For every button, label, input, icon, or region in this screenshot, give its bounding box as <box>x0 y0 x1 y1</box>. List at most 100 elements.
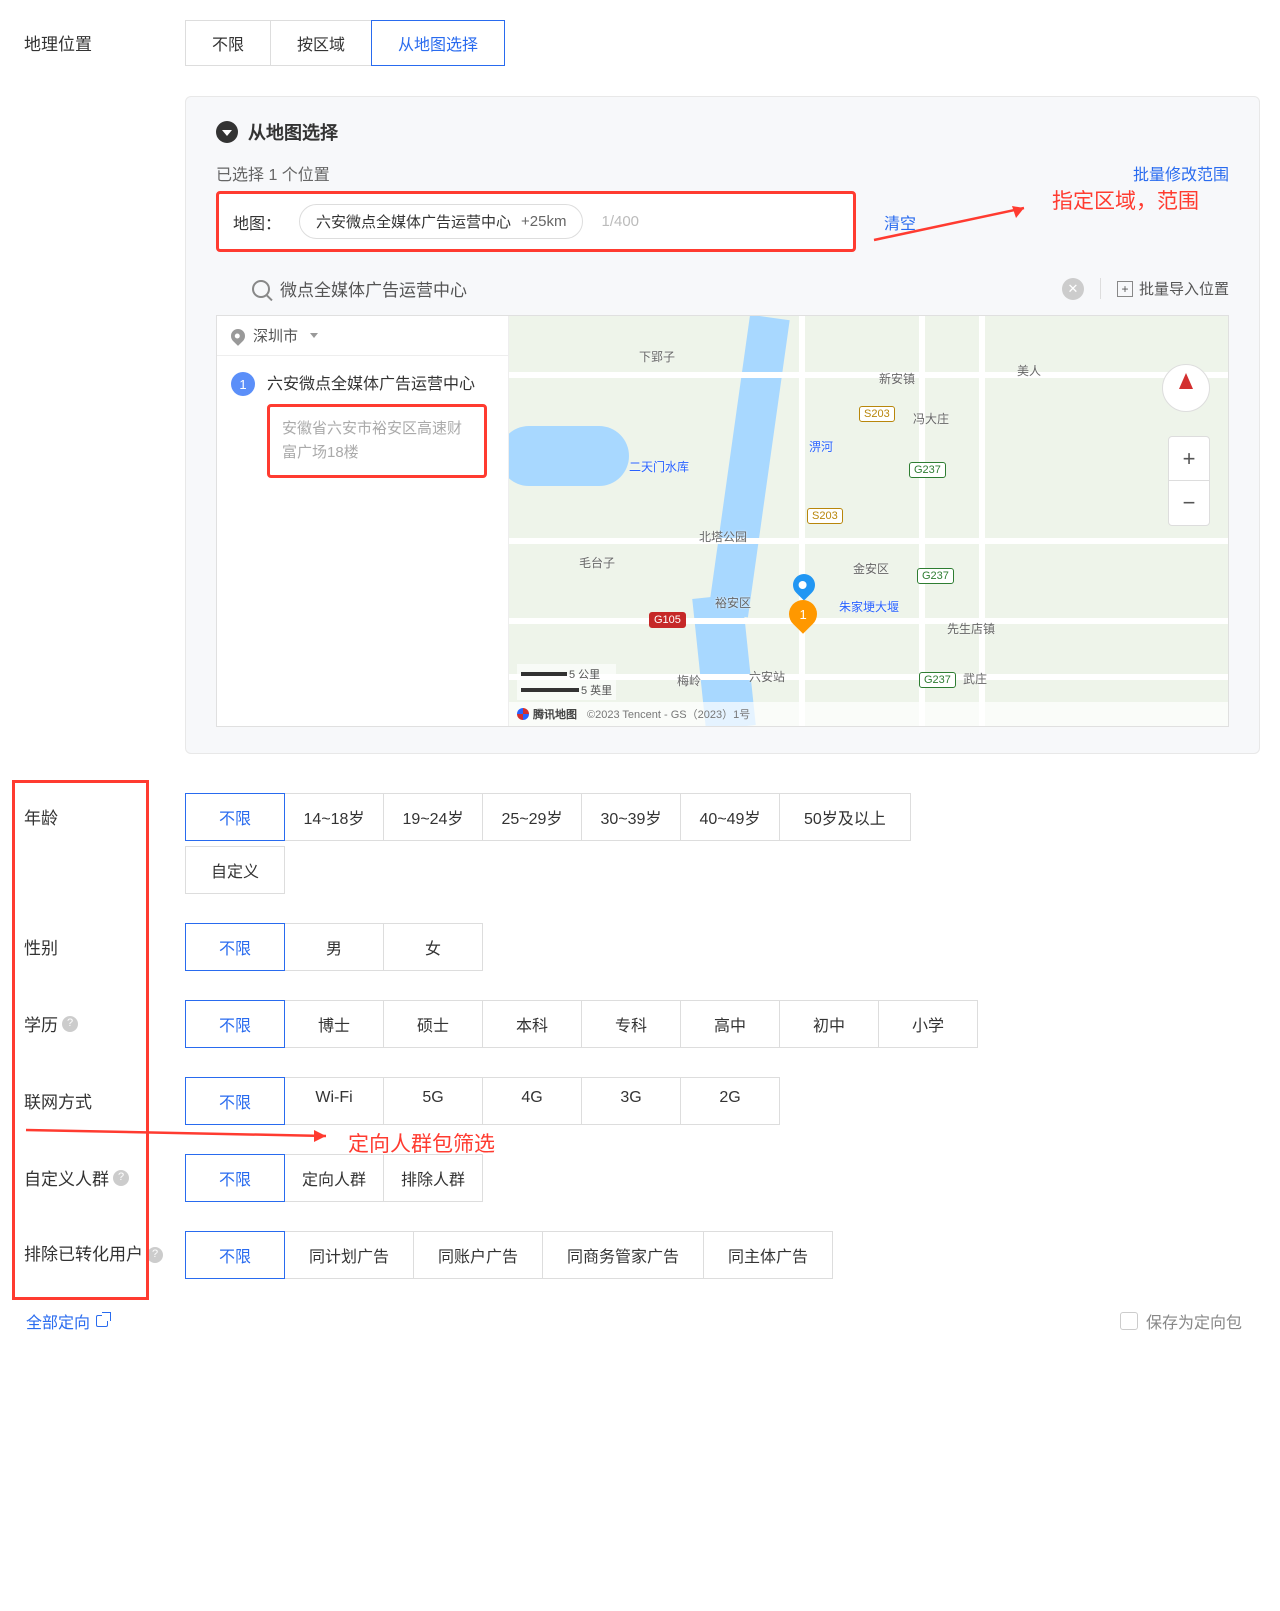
clear-link[interactable]: 清空 <box>884 210 916 234</box>
aud-opt-exclude[interactable]: 排除人群 <box>383 1154 483 1202</box>
location-tabs: 不限 按区域 从地图选择 <box>185 20 1260 66</box>
result-address-box: 安徽省六安市裕安区高速财富广场18楼 <box>267 404 487 478</box>
all-targeting-link[interactable]: 全部定向 <box>26 1309 108 1333</box>
net-opt-unlimited[interactable]: 不限 <box>185 1077 285 1125</box>
age-opt-25-29[interactable]: 25~29岁 <box>482 793 582 841</box>
map-footer: 腾讯地图 ©2023 Tencent - GS（2023）1号 <box>509 702 1228 726</box>
map-select-title: 从地图选择 <box>248 119 338 145</box>
edu-opt-unlimited[interactable]: 不限 <box>185 1000 285 1048</box>
edu-opt-college[interactable]: 专科 <box>581 1000 681 1048</box>
edu-opt-highschool[interactable]: 高中 <box>680 1000 780 1048</box>
custom-audience-label: 自定义人群? <box>20 1155 185 1190</box>
net-opt-wifi[interactable]: Wi-Fi <box>284 1077 384 1125</box>
network-label: 联网方式 <box>20 1078 185 1113</box>
net-opt-5g[interactable]: 5G <box>383 1077 483 1125</box>
pill-name: 六安微点全媒体广告运营中心 <box>316 211 511 232</box>
result-panel: 深圳市 1 六安微点全媒体广告运营中心 安徽省六安市裕安区高速财富广场18楼 <box>217 316 509 726</box>
help-icon[interactable]: ? <box>147 1247 163 1263</box>
place-label: 武庄 <box>963 670 987 687</box>
road-label: G237 <box>919 672 956 688</box>
exc-opt-account[interactable]: 同账户广告 <box>413 1231 543 1279</box>
place-label: 北塔公园 <box>699 528 747 545</box>
result-marker-1[interactable]: 1 <box>789 600 817 640</box>
age-opt-50plus[interactable]: 50岁及以上 <box>779 793 911 841</box>
zoom-in-button[interactable]: + <box>1169 437 1209 481</box>
map-select-panel: 从地图选择 已选择 1 个位置 批量修改范围 地图： 六安微点全媒体广告运营中心… <box>185 96 1260 754</box>
map-scale: 5 公里 5 英里 <box>517 664 616 700</box>
net-opt-3g[interactable]: 3G <box>581 1077 681 1125</box>
net-opt-4g[interactable]: 4G <box>482 1077 582 1125</box>
custom-audience-options: 不限 定向人群 排除人群 <box>185 1155 1260 1202</box>
place-label: 朱家埂大堰 <box>839 598 899 615</box>
age-opt-40-49[interactable]: 40~49岁 <box>680 793 780 841</box>
gender-label: 性别 <box>20 924 185 959</box>
batch-import-label: 批量导入位置 <box>1139 278 1229 299</box>
age-options: 不限 14~18岁 19~24岁 25~29岁 30~39岁 40~49岁 50… <box>185 794 1260 841</box>
annotation-arrow-2 <box>26 1124 338 1146</box>
edu-opt-middle[interactable]: 初中 <box>779 1000 879 1048</box>
place-label: 下郢子 <box>639 348 675 365</box>
save-package-checkbox[interactable]: 保存为定向包 <box>1120 1309 1242 1333</box>
help-icon[interactable]: ? <box>62 1016 78 1032</box>
edu-opt-primary[interactable]: 小学 <box>878 1000 978 1048</box>
exc-opt-bm[interactable]: 同商务管家广告 <box>542 1231 704 1279</box>
age-opt-19-24[interactable]: 19~24岁 <box>383 793 483 841</box>
exc-opt-plan[interactable]: 同计划广告 <box>284 1231 414 1279</box>
search-icon <box>252 280 270 298</box>
search-result-1[interactable]: 1 六安微点全媒体广告运营中心 安徽省六安市裕安区高速财富广场18楼 <box>217 356 508 492</box>
selected-marker <box>793 574 815 602</box>
gender-options: 不限 男 女 <box>185 924 1260 971</box>
tab-unlimited[interactable]: 不限 <box>185 20 271 66</box>
edu-opt-phd[interactable]: 博士 <box>284 1000 384 1048</box>
net-opt-2g[interactable]: 2G <box>680 1077 780 1125</box>
map-copyright: ©2023 Tencent - GS（2023）1号 <box>587 706 750 722</box>
gender-opt-male[interactable]: 男 <box>284 923 384 971</box>
place-label: 淠河 <box>809 438 833 455</box>
pill-radius: +25km <box>521 213 566 230</box>
clear-search-icon[interactable]: ✕ <box>1062 278 1084 300</box>
age-opt-30-39[interactable]: 30~39岁 <box>581 793 681 841</box>
place-label: 裕安区 <box>715 594 751 611</box>
aud-opt-include[interactable]: 定向人群 <box>284 1154 384 1202</box>
age-label: 年龄 <box>20 794 185 829</box>
search-input[interactable]: 微点全媒体广告运营中心 <box>280 276 467 301</box>
annotation-text-2: 定向人群包筛选 <box>348 1128 495 1158</box>
tab-by-region[interactable]: 按区域 <box>270 20 372 66</box>
edu-opt-bachelor[interactable]: 本科 <box>482 1000 582 1048</box>
place-label: 六安站 <box>749 668 785 685</box>
aud-opt-unlimited[interactable]: 不限 <box>185 1154 285 1202</box>
zoom-out-button[interactable]: − <box>1169 481 1209 525</box>
help-icon[interactable]: ? <box>113 1170 129 1186</box>
selected-location-pill[interactable]: 六安微点全媒体广告运营中心 +25km <box>299 204 583 239</box>
tab-from-map[interactable]: 从地图选择 <box>371 20 505 66</box>
edu-opt-master[interactable]: 硕士 <box>383 1000 483 1048</box>
age-opt-14-18[interactable]: 14~18岁 <box>284 793 384 841</box>
road-label: S203 <box>859 406 895 422</box>
age-opt-custom[interactable]: 自定义 <box>185 846 285 894</box>
search-box: 微点全媒体广告运营中心 <box>252 276 467 301</box>
education-options: 不限 博士 硕士 本科 专科 高中 初中 小学 <box>185 1001 1260 1048</box>
education-label: 学历? <box>20 1001 185 1036</box>
place-label: 金安区 <box>853 560 889 577</box>
pin-icon <box>228 326 248 346</box>
exc-opt-entity[interactable]: 同主体广告 <box>703 1231 833 1279</box>
chevron-down-icon <box>310 333 318 338</box>
place-label: 美人 <box>1017 362 1041 379</box>
collapse-icon[interactable] <box>216 121 238 143</box>
place-label: 冯大庄 <box>913 410 949 427</box>
compass-icon[interactable] <box>1162 364 1210 412</box>
city-name: 深圳市 <box>253 325 298 346</box>
place-label: 二天门水库 <box>629 458 689 475</box>
batch-modify-link[interactable]: 批量修改范围 <box>1133 161 1229 185</box>
age-opt-unlimited[interactable]: 不限 <box>185 793 285 841</box>
place-label: 毛台子 <box>579 554 615 571</box>
exc-opt-unlimited[interactable]: 不限 <box>185 1231 285 1279</box>
save-package-label: 保存为定向包 <box>1146 1309 1242 1333</box>
gender-opt-female[interactable]: 女 <box>383 923 483 971</box>
result-badge: 1 <box>231 372 255 396</box>
city-selector[interactable]: 深圳市 <box>217 316 508 356</box>
map-canvas-panel[interactable]: 下郢子 新安镇 冯大庄 淠河 二天门水库 毛台子 北塔公园 金安区 裕安区 朱家… <box>509 316 1228 726</box>
batch-import-button[interactable]: + 批量导入位置 <box>1100 278 1229 299</box>
place-label: 先生店镇 <box>947 620 995 637</box>
gender-opt-unlimited[interactable]: 不限 <box>185 923 285 971</box>
